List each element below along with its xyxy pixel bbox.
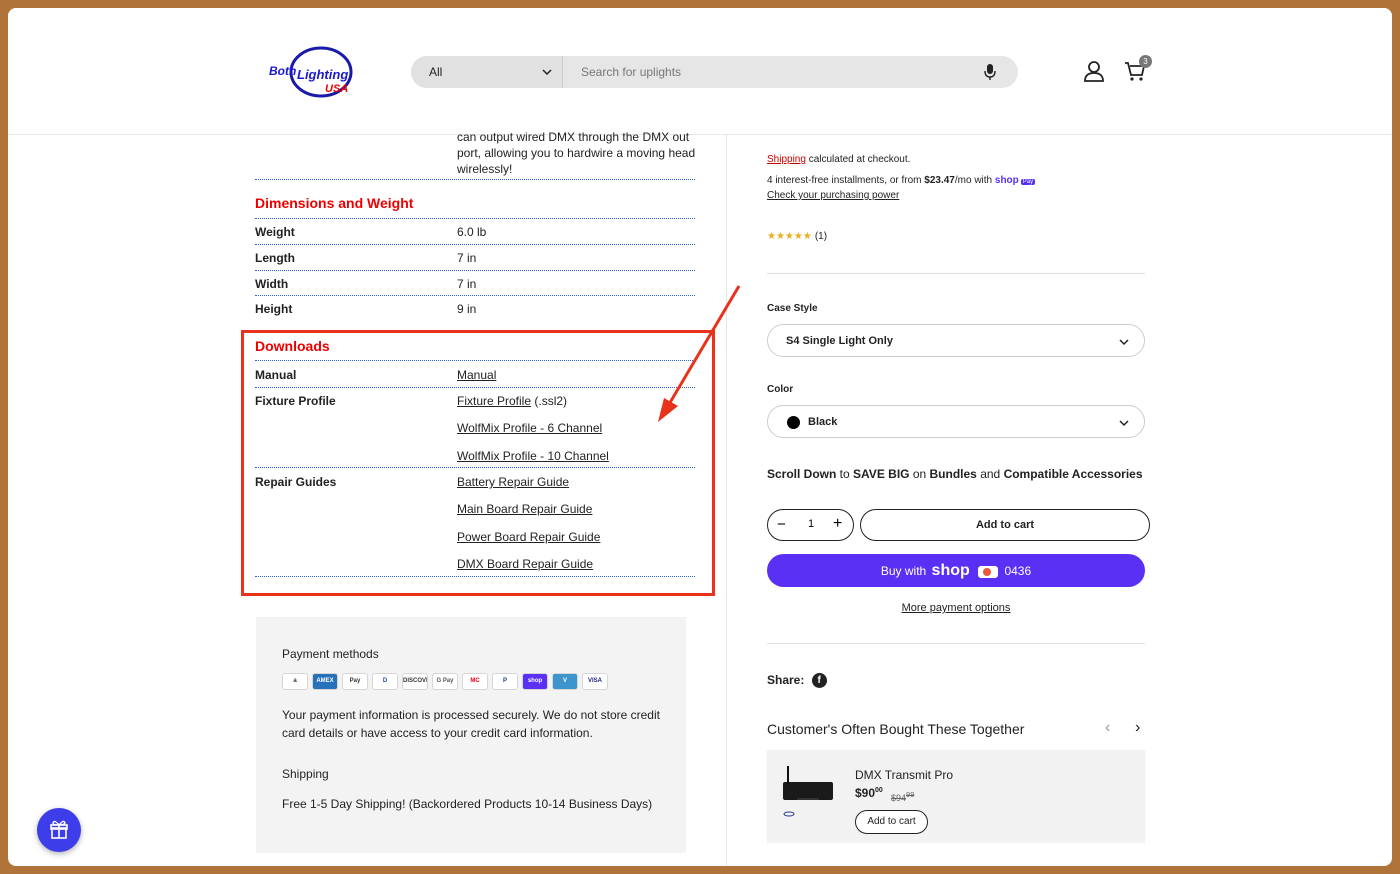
column-divider [726,135,727,866]
shop-logo: shop [931,562,970,579]
mastercard-icon: MC [462,673,488,690]
divider [255,218,695,219]
color-value: Black [808,416,838,428]
bundle-promo-text: Scroll Down to SAVE BIG on Bundles and C… [767,467,1143,481]
dimensions-title: Dimensions and Weight [255,195,414,211]
buy-with-shop-pay-button[interactable]: Buy with shop 0436 [767,554,1145,587]
site-header: Both Lighting USA All Search for uplight… [8,8,1392,135]
case-style-label: Case Style [767,303,818,314]
chevron-left-icon[interactable]: ‹ [1105,719,1110,737]
review-count: (1) [814,231,828,242]
color-swatch [787,416,800,429]
google-pay-icon: G Pay [432,673,458,690]
height-label: Height [255,302,293,316]
annotation-highlight-box [241,330,715,596]
svg-text:Both: Both [269,64,296,78]
search-input[interactable]: Search for uplights [581,65,681,79]
product-card: DMX Transmit Pro $9000 $9499 Add to cart [767,750,1145,843]
facebook-icon[interactable]: f [811,673,827,689]
product-add-to-cart-button[interactable]: Add to cart [855,810,928,834]
weight-value: 6.0 lb [457,225,487,239]
buy-with-label: Buy with [880,564,927,578]
installments-text: 4 interest-free installments, or from [767,175,925,186]
chevron-down-icon [1119,339,1129,346]
product-old-price: $9499 [891,790,915,803]
pay-badge-icon: Pay [1020,179,1036,185]
cart-count-badge: 3 [1139,55,1152,68]
chevron-down-icon [1119,420,1129,427]
divider [255,295,695,296]
quantity-stepper: − 1 + [767,509,854,541]
width-label: Width [255,277,289,291]
quantity-value[interactable]: 1 [808,518,814,530]
diners-club-icon: D [372,673,398,690]
card-icon [978,565,999,578]
account-icon[interactable] [1083,60,1105,82]
width-value: 7 in [457,277,477,291]
visa-icon: VISA [582,673,608,690]
installments-amount: $23.47 [924,175,955,186]
shipping-note: calculated at checkout. [805,154,911,165]
discover-icon: DISCOVER [402,673,428,690]
length-value: 7 in [457,251,477,265]
divider [255,179,695,180]
shop-pay-icon: shop [522,673,548,690]
color-label: Color [767,384,794,395]
shipping-link[interactable]: Shipping [767,154,806,165]
case-style-select[interactable]: S4 Single Light Only [767,324,1145,357]
svg-text:Lighting: Lighting [297,67,348,82]
more-payment-options-link[interactable]: More payment options [767,602,1145,614]
shipping-title: Shipping [282,767,329,781]
divider [767,643,1145,644]
paypal-icon: P [492,673,518,690]
star-icon: ★★★★★ [767,231,812,242]
microphone-icon[interactable] [983,63,997,81]
product-image[interactable] [777,758,839,820]
category-label: All [429,65,443,79]
divider [255,270,695,271]
color-select[interactable]: Black [767,405,1145,438]
plus-icon[interactable]: + [833,515,842,533]
installments-suffix: /mo with [954,175,995,186]
payment-security-text: Your payment information is processed se… [282,708,660,740]
svg-text:USA: USA [325,83,348,95]
spec-description: can output wired DMX through the DMX out… [457,130,696,176]
product-name[interactable]: DMX Transmit Pro [855,768,953,782]
length-label: Length [255,251,295,265]
card-last4: 0436 [1004,564,1032,578]
gift-icon [50,820,68,839]
amex-icon: AMEX [312,673,338,690]
check-purchasing-power-link[interactable]: Check your purchasing power [767,190,899,201]
weight-label: Weight [255,225,295,239]
apple-pay-icon: Pay [342,673,368,690]
chevron-down-icon [542,69,552,76]
venmo-icon: V [552,673,578,690]
shipping-text: Free 1-5 Day Shipping! (Backordered Prod… [282,797,653,811]
search-bar: All Search for uplights [411,56,1018,88]
share-row: Share: f [767,673,827,689]
case-style-value: S4 Single Light Only [786,335,893,347]
rating-stars[interactable]: ★★★★★ (1) [767,231,827,242]
share-label: Share: [767,673,805,687]
category-select[interactable]: All [411,56,563,88]
divider [767,273,1145,274]
divider [255,244,695,245]
payment-icons: a AMEX Pay D DISCOVER G Pay MC P shop V … [282,673,608,690]
rewards-gift-button[interactable] [37,808,81,852]
amazon-pay-icon: a [282,673,308,690]
bought-together-title: Customer's Often Bought These Together [767,721,1025,737]
product-price: $9000 [855,786,883,800]
minus-icon[interactable]: − [777,516,786,533]
add-to-cart-button[interactable]: Add to cart [860,509,1150,541]
payment-methods-title: Payment methods [282,647,379,661]
height-value: 9 in [457,302,477,316]
browser-page: Both Lighting USA All Search for uplight… [8,8,1392,866]
chevron-right-icon[interactable]: › [1135,719,1140,737]
payment-info-panel: Payment methods a AMEX Pay D DISCOVER G … [256,617,686,853]
shop-pay-logo: shop [994,175,1019,186]
site-logo[interactable]: Both Lighting USA [263,44,363,100]
